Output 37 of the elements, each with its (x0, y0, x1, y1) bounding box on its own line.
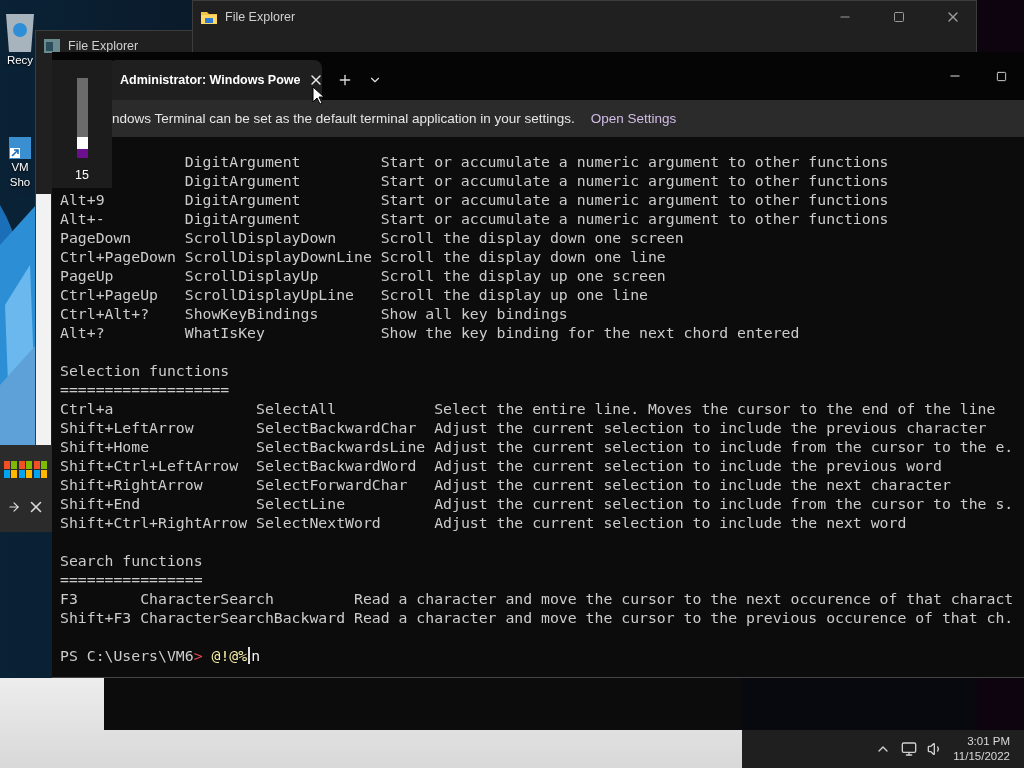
terminal-line: F3 CharacterSearch Read a character and move the cursor to the next occurence of that charact (60, 589, 1015, 608)
prompt-path: PS C:\Users\VM6 (60, 646, 194, 665)
volume-reading: 15 (75, 168, 89, 182)
terminal-line: Ctrl+a SelectAll Select the entire line. Moves the cursor to the end of the line (60, 399, 997, 418)
terminal-line: Shift+RightArrow SelectForwardChar Adjust the current selection to include the next character (60, 475, 952, 494)
section-heading: Search functions (60, 551, 204, 570)
terminal-line: Shift+LeftArrow SelectBackwardChar Adjust the current selection to include the previous character (60, 418, 988, 437)
terminal-line: Shift+Home SelectBackwardsLine Adjust the current selection to include from the cursor to the e. (60, 437, 1015, 456)
terminal-line: Ctrl+PageDown ScrollDisplayDownLine Scroll the display down one line (60, 247, 667, 266)
terminal-line: Shift+End SelectLine Adjust the current selection to include from the cursor to the s. (60, 494, 1015, 513)
terminal-line: Alt+9 DigitArgument Start or accumulate a numeric argument to other functions (60, 190, 890, 209)
window-title: File Explorer (225, 10, 297, 24)
section-heading: Selection functions (60, 361, 231, 380)
window-title: File Explorer (68, 38, 140, 53)
typed-text: @!@% (211, 646, 248, 665)
icon-label: VM (11, 161, 29, 174)
typed-text: n (251, 646, 261, 665)
terminal-line: Alt+- DigitArgument Start or accumulate a numeric argument to other functions (60, 209, 890, 228)
terminal-line: DigitArgument Start or accumulate a numeric argument to other functions (184, 152, 889, 171)
terminal-line: Shift+Ctrl+LeftArrow SelectBackwardWord Adjust the current selection to include the previous word (60, 456, 943, 475)
terminal-line: PageUp ScrollDisplayUp Scroll the display up one screen (60, 266, 667, 285)
terminal-line: DigitArgument Start or accumulate a numeric argument to other functions (184, 171, 889, 190)
prompt-marker: > (193, 646, 203, 665)
clock-time: 3:01 PM (967, 734, 1010, 749)
icon-label: Recy (6, 54, 34, 67)
open-settings-link[interactable]: Open Settings (590, 111, 677, 126)
terminal-line: PageDown ScrollDisplayDown Scroll the display down one screen (60, 228, 685, 247)
icon-label: Sho (9, 176, 31, 189)
terminal-line: Ctrl+Alt+? ShowKeyBindings Show all key bindings (60, 304, 569, 323)
heading-underline: ================ (60, 570, 204, 589)
notice-text: ndows Terminal can be set as the default terminal application in your settings. (112, 111, 575, 126)
heading-underline: =================== (60, 380, 231, 399)
clock-date: 11/15/2022 (953, 749, 1010, 764)
terminal-line: Shift+Ctrl+RightArrow SelectNextWord Adjust the current selection to include the next word (60, 513, 908, 532)
terminal-line: Ctrl+PageUp ScrollDisplayUpLine Scroll the display up one line (60, 285, 649, 304)
terminal-line: Shift+F3 CharacterSearchBackward Read a character and move the cursor to the previous occurence of that ch. (60, 608, 1015, 627)
terminal-line: Alt+? WhatIsKey Show the key binding for the next chord entered (60, 323, 801, 342)
